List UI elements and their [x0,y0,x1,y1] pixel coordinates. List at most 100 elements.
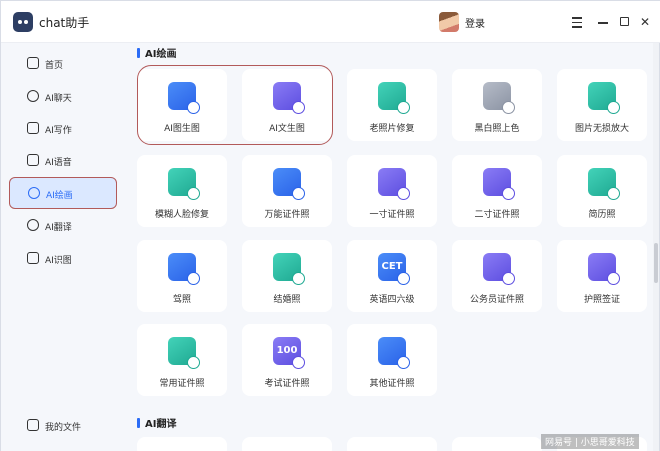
feature-card[interactable]: 常用证件照 [137,324,227,396]
maximize-icon[interactable] [616,14,632,30]
feature-card-label: 常用证件照 [159,379,205,389]
user-avatar[interactable] [439,12,459,32]
app-logo-icon [13,12,33,32]
civil-servant-photo-icon [483,253,515,285]
feature-card[interactable]: 驾照 [137,240,227,312]
sidebar-item-label: AI绘画 [46,191,73,201]
sidebar-item-label: AI聊天 [45,94,72,104]
partial-card [347,437,437,451]
feature-card[interactable]: AI文生图 [242,69,332,141]
icon-glyph [378,82,406,110]
sidebar-item-ai-translate[interactable]: AI翻译 [9,211,117,239]
colorize-icon [483,82,515,114]
minimize-icon[interactable] [595,14,611,30]
feature-card[interactable]: 其他证件照 [347,324,437,396]
icon-glyph [168,82,196,110]
exam-photo-icon: 100 [273,337,305,369]
feature-card-label: 简历照 [588,210,616,220]
feature-card[interactable]: 公务员证件照 [452,240,542,312]
two-inch-photo-icon [483,168,515,200]
feature-card-label: 万能证件照 [264,210,310,220]
sidebar-item-label: AI翻译 [45,223,72,233]
one-inch-photo-icon [378,168,410,200]
sidebar-item-ai-writing[interactable]: AI写作 [9,114,117,142]
partial-card [452,437,542,451]
feature-card[interactable]: 模糊人脸修复 [137,155,227,227]
feature-card[interactable]: 结婚照 [242,240,332,312]
scrollbar[interactable] [653,43,659,451]
feature-card[interactable]: AI图生图 [137,69,227,141]
wedding-photo-icon [273,253,305,285]
sidebar-item-ai-voice[interactable]: AI语音 [9,146,117,174]
icon-glyph [273,168,301,196]
feature-card[interactable]: 万能证件照 [242,155,332,227]
chat-icon [27,90,39,102]
resume-photo-icon [588,168,620,200]
close-icon[interactable]: ✕ [637,14,653,30]
feature-card[interactable]: 图片无损放大 [557,69,647,141]
feature-card[interactable]: 一寸证件照 [347,155,437,227]
icon-glyph [588,168,616,196]
feature-card-label: 护照签证 [583,295,620,305]
icon-glyph [168,168,196,196]
scan-icon [27,252,39,264]
feature-card[interactable]: 老照片修复 [347,69,437,141]
feature-card-label: 老照片修复 [369,124,415,134]
feature-card-label: 一寸证件照 [369,210,415,220]
other-photo-icon [378,337,410,369]
feature-card[interactable]: 护照签证 [557,240,647,312]
main-content: AI绘画 AI图生图 AI文生图 老照片修复 黑白照上色 图片无损放大模糊人脸修复 万能证… [123,43,653,451]
feature-card-label: 结婚照 [273,295,301,305]
file-icon [27,419,39,431]
section-title-ai-translate: AI翻译 [137,415,176,430]
sidebar-item-ai-image-recognition[interactable]: AI识图 [9,244,117,272]
feature-card-label: 驾照 [172,295,191,305]
universal-id-photo-icon [273,168,305,200]
menu-icon[interactable] [569,14,585,30]
section-title-ai-drawing: AI绘画 [137,45,176,60]
icon-glyph [378,168,406,196]
face-repair-icon [168,168,200,200]
palette-icon [28,187,40,199]
feature-card-label: 二寸证件照 [474,210,520,220]
sidebar-item-ai-drawing[interactable]: AI绘画 [9,177,117,209]
sidebar-item-label: AI识图 [45,256,72,266]
sidebar-item-label: 我的文件 [45,423,82,433]
login-link[interactable]: 登录 [465,15,485,30]
home-icon [27,57,39,69]
sidebar-item-label: 首页 [45,61,64,71]
icon-glyph [588,253,616,281]
feature-card-label: 公务员证件照 [469,295,524,305]
icon-glyph [168,337,196,365]
feature-card-label: 考试证件照 [264,379,310,389]
sidebar-item-label: AI写作 [45,126,72,136]
feature-card[interactable]: 二寸证件照 [452,155,542,227]
sidebar-item-ai-chat[interactable]: AI聊天 [9,82,117,110]
feature-card-label: 英语四六级 [369,295,415,305]
passport-visa-icon [588,253,620,285]
image-to-image-icon [168,82,200,114]
voice-icon [27,154,39,166]
icon-glyph: CET [381,261,403,272]
common-id-photo-icon [168,337,200,369]
scrollbar-thumb[interactable] [654,243,658,283]
feature-card-label: AI图生图 [164,124,200,134]
sidebar: 首页 AI聊天 AI写作 AI语音 AI绘画 AI翻译 AI识图 我的文件 [1,43,123,451]
upscale-icon [588,82,620,114]
feature-card[interactable]: 简历照 [557,155,647,227]
feature-card[interactable]: CET 英语四六级 [347,240,437,312]
feature-card[interactable]: 100 考试证件照 [242,324,332,396]
feature-card[interactable]: 黑白照上色 [452,69,542,141]
driver-license-icon [168,253,200,285]
sidebar-item-home[interactable]: 首页 [9,49,117,77]
icon-glyph [378,337,406,365]
partial-card [137,437,227,451]
feature-card-label: 其他证件照 [369,379,415,389]
feature-card-label: 黑白照上色 [474,124,520,134]
icon-glyph [273,82,301,110]
icon-glyph [483,253,511,281]
sidebar-item-my-files[interactable]: 我的文件 [9,411,117,439]
feature-card-label: 图片无损放大 [574,124,629,134]
icon-glyph [168,253,196,281]
icon-glyph [483,82,511,110]
